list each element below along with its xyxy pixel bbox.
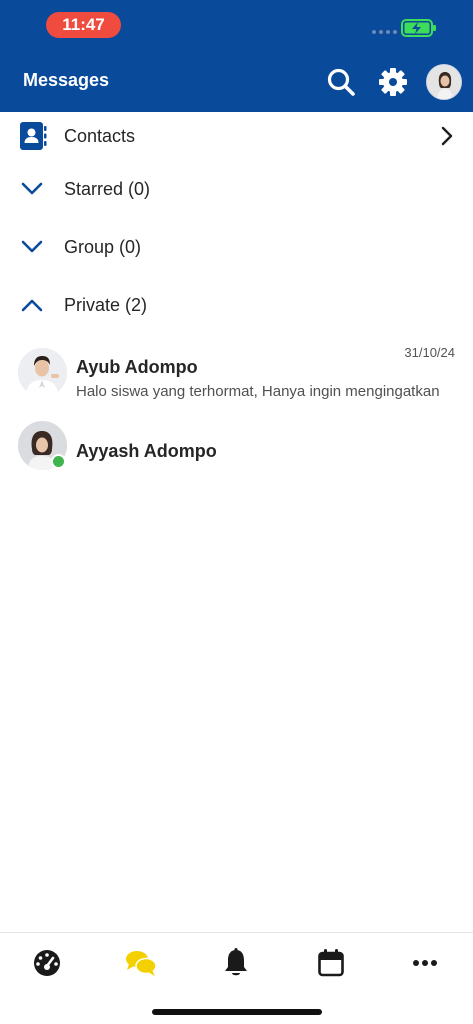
message-preview: Halo siswa yang terhormat, Hanya ingin m… xyxy=(76,383,440,400)
page-title: Messages xyxy=(23,70,110,90)
contacts-label: Contacts xyxy=(64,125,136,146)
contact-name: Ayyash Adompo xyxy=(76,441,217,461)
tab-more[interactable] xyxy=(405,943,445,983)
contacts-row[interactable]: Contacts xyxy=(0,110,473,162)
chat-bubbles-icon xyxy=(126,951,157,976)
conversation-item[interactable]: Ayyash Adompo xyxy=(0,414,473,490)
avatar xyxy=(18,348,67,397)
calendar-icon xyxy=(318,949,344,977)
starred-section-toggle[interactable]: Starred (0) xyxy=(0,163,473,215)
contact-name: Ayub Adompo xyxy=(76,357,198,377)
settings-button[interactable] xyxy=(377,64,409,100)
conversation-item[interactable]: Ayub Adompo 31/10/24 Halo siswa yang ter… xyxy=(0,340,473,416)
person-photo-icon xyxy=(427,65,461,99)
tab-dashboard[interactable] xyxy=(27,943,67,983)
private-section-toggle[interactable]: Private (2) xyxy=(0,279,473,331)
chevron-right-icon xyxy=(441,126,453,146)
contacts-book-icon xyxy=(20,122,47,150)
tab-notifications[interactable] xyxy=(216,943,256,983)
signal-dots-icon xyxy=(372,30,397,34)
home-indicator xyxy=(152,1009,322,1015)
message-date: 31/10/24 xyxy=(404,345,455,360)
chevron-up-icon xyxy=(21,299,43,312)
bottom-tab-bar xyxy=(0,932,473,990)
search-icon xyxy=(327,68,355,96)
gear-icon xyxy=(379,68,407,96)
dashboard-icon xyxy=(34,950,60,976)
app-header: 11:47 Messages xyxy=(0,0,473,112)
starred-label: Starred (0) xyxy=(64,178,151,199)
group-label: Group (0) xyxy=(64,236,142,257)
status-time: 11:47 xyxy=(46,12,121,38)
tab-calendar[interactable] xyxy=(311,943,351,983)
bell-icon xyxy=(225,948,247,976)
profile-avatar[interactable] xyxy=(426,64,462,100)
search-button[interactable] xyxy=(325,64,357,100)
chevron-down-icon xyxy=(21,182,43,195)
group-section-toggle[interactable]: Group (0) xyxy=(0,221,473,273)
person-photo-icon xyxy=(18,348,67,397)
battery-charging-icon xyxy=(401,19,436,37)
tab-messages[interactable] xyxy=(121,943,161,983)
online-status-indicator xyxy=(51,454,66,469)
private-label: Private (2) xyxy=(64,294,148,315)
chevron-down-icon xyxy=(21,240,43,253)
more-icon xyxy=(413,960,437,966)
